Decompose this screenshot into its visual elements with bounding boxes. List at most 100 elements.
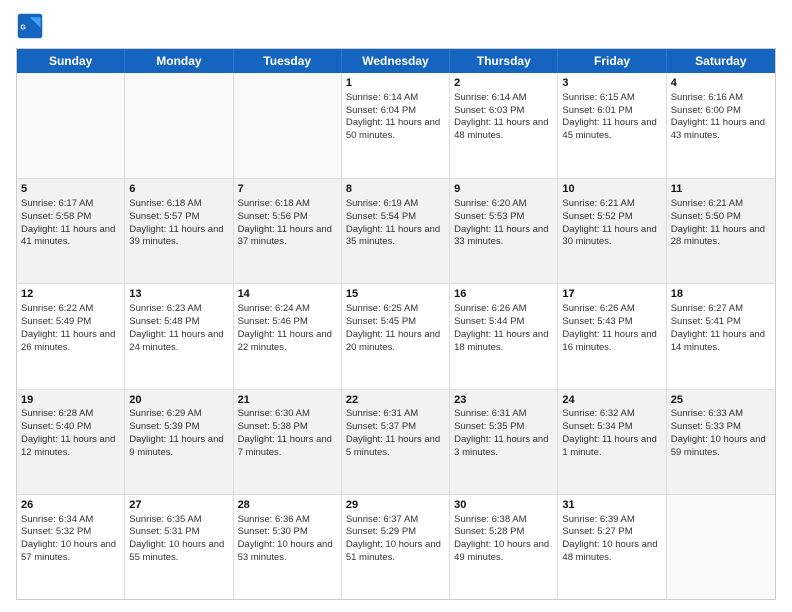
daylight-text: Daylight: 10 hours and 51 minutes.: [346, 539, 445, 565]
calendar-cell: 25Sunrise: 6:33 AMSunset: 5:33 PMDayligh…: [667, 390, 775, 494]
sunrise-text: Sunrise: 6:20 AM: [454, 198, 553, 211]
day-number: 2: [454, 76, 553, 91]
daylight-text: Daylight: 11 hours and 50 minutes.: [346, 117, 445, 143]
daylight-text: Daylight: 10 hours and 59 minutes.: [671, 434, 771, 460]
weekday-header: Saturday: [667, 49, 775, 73]
sunrise-text: Sunrise: 6:25 AM: [346, 303, 445, 316]
calendar-cell: 27Sunrise: 6:35 AMSunset: 5:31 PMDayligh…: [125, 495, 233, 599]
sunrise-text: Sunrise: 6:21 AM: [562, 198, 661, 211]
calendar: SundayMondayTuesdayWednesdayThursdayFrid…: [16, 48, 776, 600]
sunset-text: Sunset: 6:03 PM: [454, 105, 553, 118]
calendar-cell: [667, 495, 775, 599]
calendar-cell: 15Sunrise: 6:25 AMSunset: 5:45 PMDayligh…: [342, 284, 450, 388]
day-number: 4: [671, 76, 771, 91]
day-number: 11: [671, 182, 771, 197]
calendar-cell: 29Sunrise: 6:37 AMSunset: 5:29 PMDayligh…: [342, 495, 450, 599]
sunset-text: Sunset: 6:01 PM: [562, 105, 661, 118]
calendar-body: 1Sunrise: 6:14 AMSunset: 6:04 PMDaylight…: [17, 73, 775, 599]
day-number: 1: [346, 76, 445, 91]
sunset-text: Sunset: 5:39 PM: [129, 421, 228, 434]
calendar-cell: 11Sunrise: 6:21 AMSunset: 5:50 PMDayligh…: [667, 179, 775, 283]
sunset-text: Sunset: 5:35 PM: [454, 421, 553, 434]
sunset-text: Sunset: 5:38 PM: [238, 421, 337, 434]
day-number: 19: [21, 393, 120, 408]
sunrise-text: Sunrise: 6:28 AM: [21, 408, 120, 421]
daylight-text: Daylight: 11 hours and 18 minutes.: [454, 329, 553, 355]
sunrise-text: Sunrise: 6:32 AM: [562, 408, 661, 421]
sunrise-text: Sunrise: 6:26 AM: [454, 303, 553, 316]
sunset-text: Sunset: 5:30 PM: [238, 526, 337, 539]
calendar-row: 12Sunrise: 6:22 AMSunset: 5:49 PMDayligh…: [17, 283, 775, 388]
sunrise-text: Sunrise: 6:39 AM: [562, 514, 661, 527]
sunset-text: Sunset: 5:40 PM: [21, 421, 120, 434]
sunset-text: Sunset: 5:31 PM: [129, 526, 228, 539]
sunrise-text: Sunrise: 6:18 AM: [238, 198, 337, 211]
day-number: 20: [129, 393, 228, 408]
daylight-text: Daylight: 11 hours and 41 minutes.: [21, 224, 120, 250]
sunset-text: Sunset: 5:53 PM: [454, 211, 553, 224]
sunrise-text: Sunrise: 6:15 AM: [562, 92, 661, 105]
calendar-cell: 14Sunrise: 6:24 AMSunset: 5:46 PMDayligh…: [234, 284, 342, 388]
day-number: 10: [562, 182, 661, 197]
day-number: 16: [454, 287, 553, 302]
sunset-text: Sunset: 5:56 PM: [238, 211, 337, 224]
calendar-cell: 3Sunrise: 6:15 AMSunset: 6:01 PMDaylight…: [558, 73, 666, 178]
calendar-cell: 16Sunrise: 6:26 AMSunset: 5:44 PMDayligh…: [450, 284, 558, 388]
calendar-cell: 9Sunrise: 6:20 AMSunset: 5:53 PMDaylight…: [450, 179, 558, 283]
sunrise-text: Sunrise: 6:27 AM: [671, 303, 771, 316]
daylight-text: Daylight: 10 hours and 49 minutes.: [454, 539, 553, 565]
sunrise-text: Sunrise: 6:29 AM: [129, 408, 228, 421]
daylight-text: Daylight: 11 hours and 14 minutes.: [671, 329, 771, 355]
calendar-cell: 5Sunrise: 6:17 AMSunset: 5:58 PMDaylight…: [17, 179, 125, 283]
sunset-text: Sunset: 5:48 PM: [129, 316, 228, 329]
calendar-row: 26Sunrise: 6:34 AMSunset: 5:32 PM Dayligh…: [17, 494, 775, 599]
day-number: 21: [238, 393, 337, 408]
day-number: 17: [562, 287, 661, 302]
day-number: 9: [454, 182, 553, 197]
sunrise-text: Sunrise: 6:19 AM: [346, 198, 445, 211]
calendar-cell: 20Sunrise: 6:29 AMSunset: 5:39 PMDayligh…: [125, 390, 233, 494]
daylight-text: Daylight: 11 hours and 48 minutes.: [454, 117, 553, 143]
sunset-text: Sunset: 5:41 PM: [671, 316, 771, 329]
calendar-cell: 22Sunrise: 6:31 AMSunset: 5:37 PMDayligh…: [342, 390, 450, 494]
calendar-cell: 18Sunrise: 6:27 AMSunset: 5:41 PMDayligh…: [667, 284, 775, 388]
day-number: 22: [346, 393, 445, 408]
sunrise-text: Sunrise: 6:37 AM: [346, 514, 445, 527]
daylight-text: Daylight: 11 hours and 24 minutes.: [129, 329, 228, 355]
sunset-text: Sunset: 5:58 PM: [21, 211, 120, 224]
daylight-text: Daylight: 11 hours and 28 minutes.: [671, 224, 771, 250]
daylight-text: Daylight: 11 hours and 37 minutes.: [238, 224, 337, 250]
daylight-text: Daylight: 11 hours and 7 minutes.: [238, 434, 337, 460]
sunset-text: Sunset: 5:32 PM: [21, 526, 120, 539]
day-number: 8: [346, 182, 445, 197]
day-number: 26: [21, 498, 120, 513]
day-number: 5: [21, 182, 120, 197]
day-number: 31: [562, 498, 661, 513]
day-number: 24: [562, 393, 661, 408]
sunrise-text: Sunrise: 6:35 AM: [129, 514, 228, 527]
sunset-text: Sunset: 5:50 PM: [671, 211, 771, 224]
sunrise-text: Sunrise: 6:34 AM: [21, 514, 120, 527]
day-number: 29: [346, 498, 445, 513]
day-number: 23: [454, 393, 553, 408]
sunset-text: Sunset: 5:28 PM: [454, 526, 553, 539]
calendar-row: 19Sunrise: 6:28 AMSunset: 5:40 PM Dayligh…: [17, 389, 775, 494]
weekday-header: Thursday: [450, 49, 558, 73]
sunset-text: Sunset: 5:52 PM: [562, 211, 661, 224]
calendar-cell: 19Sunrise: 6:28 AMSunset: 5:40 PMDayligh…: [17, 390, 125, 494]
calendar-cell: 7Sunrise: 6:18 AMSunset: 5:56 PMDaylight…: [234, 179, 342, 283]
sunrise-text: Sunrise: 6:16 AM: [671, 92, 771, 105]
day-number: 30: [454, 498, 553, 513]
svg-text:G: G: [20, 25, 26, 32]
daylight-text: Daylight: 11 hours and 22 minutes.: [238, 329, 337, 355]
calendar-cell: 21Sunrise: 6:30 AMSunset: 5:38 PMDayligh…: [234, 390, 342, 494]
sunrise-text: Sunrise: 6:17 AM: [21, 198, 120, 211]
calendar-cell: 28Sunrise: 6:36 AMSunset: 5:30 PMDayligh…: [234, 495, 342, 599]
weekday-header: Friday: [558, 49, 666, 73]
daylight-text: Daylight: 10 hours and 55 minutes.: [129, 539, 228, 565]
sunrise-text: Sunrise: 6:31 AM: [454, 408, 553, 421]
calendar-cell: [234, 73, 342, 178]
calendar-header: SundayMondayTuesdayWednesdayThursdayFrid…: [17, 49, 775, 73]
calendar-cell: 23Sunrise: 6:31 AMSunset: 5:35 PMDayligh…: [450, 390, 558, 494]
sunrise-text: Sunrise: 6:36 AM: [238, 514, 337, 527]
